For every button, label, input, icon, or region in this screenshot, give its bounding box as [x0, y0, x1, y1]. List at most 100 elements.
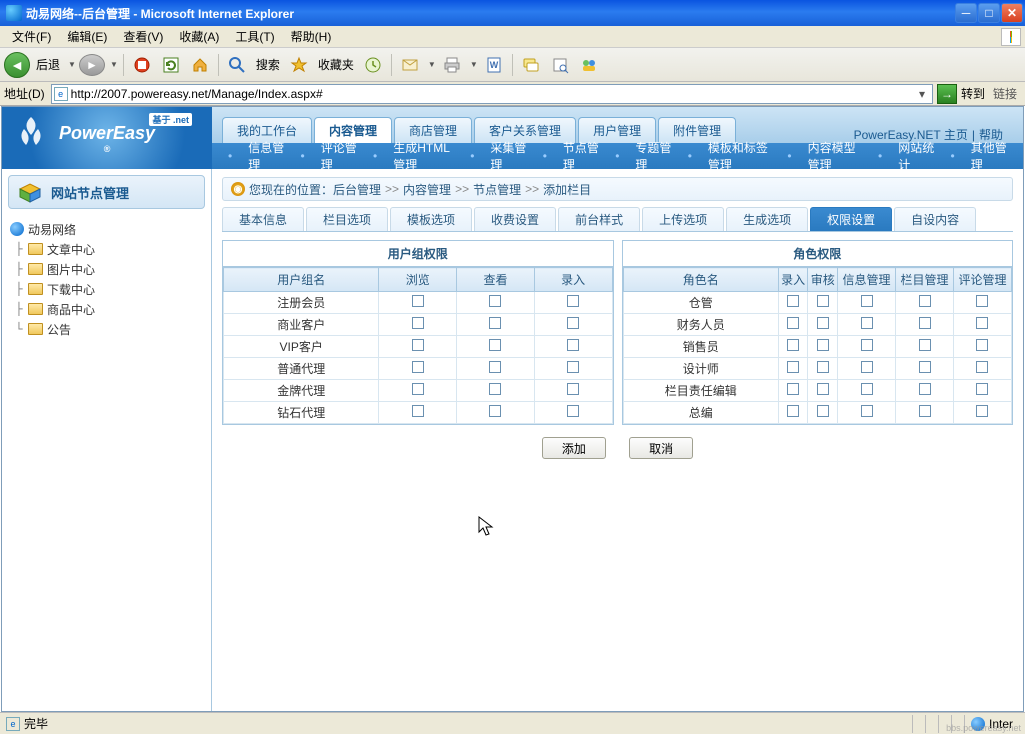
tree-node[interactable]: └公告 — [10, 319, 203, 339]
checkbox[interactable] — [567, 317, 579, 329]
checkbox[interactable] — [567, 383, 579, 395]
ftab-fee[interactable]: 收费设置 — [474, 207, 556, 231]
subnav-comment[interactable]: 评论管理 — [315, 139, 363, 173]
tree-node[interactable]: ├文章中心 — [10, 239, 203, 259]
menu-file[interactable]: 文件(F) — [4, 26, 59, 47]
forward-dropdown[interactable]: ▼ — [110, 60, 118, 69]
checkbox[interactable] — [412, 405, 424, 417]
checkbox[interactable] — [412, 295, 424, 307]
checkbox[interactable] — [919, 383, 931, 395]
tree-node[interactable]: ├图片中心 — [10, 259, 203, 279]
checkbox[interactable] — [817, 383, 829, 395]
back-button[interactable]: ◄ — [4, 52, 30, 78]
tree-node[interactable]: ├下载中心 — [10, 279, 203, 299]
checkbox[interactable] — [817, 361, 829, 373]
checkbox[interactable] — [861, 405, 873, 417]
checkbox[interactable] — [787, 383, 799, 395]
home-button[interactable] — [187, 52, 213, 78]
links-label[interactable]: 链接 — [989, 85, 1021, 102]
subnav-topic[interactable]: 专题管理 — [629, 139, 677, 173]
checkbox[interactable] — [976, 361, 988, 373]
maximize-button[interactable]: □ — [978, 3, 1000, 23]
stop-button[interactable] — [129, 52, 155, 78]
checkbox[interactable] — [489, 383, 501, 395]
tree-node[interactable]: ├商品中心 — [10, 299, 203, 319]
checkbox[interactable] — [489, 339, 501, 351]
checkbox[interactable] — [412, 317, 424, 329]
print-button[interactable] — [439, 52, 465, 78]
research-button[interactable] — [547, 52, 573, 78]
checkbox[interactable] — [861, 295, 873, 307]
go-button[interactable]: → — [937, 84, 957, 104]
search-label[interactable]: 搜索 — [253, 56, 283, 73]
menu-tools[interactable]: 工具(T) — [227, 26, 282, 47]
checkbox[interactable] — [861, 339, 873, 351]
go-label[interactable]: 转到 — [961, 85, 985, 102]
edit-button[interactable]: W — [481, 52, 507, 78]
discuss-button[interactable] — [518, 52, 544, 78]
checkbox[interactable] — [787, 317, 799, 329]
subnav-info[interactable]: 信息管理 — [242, 139, 290, 173]
favorites-button[interactable] — [286, 52, 312, 78]
subnav-other[interactable]: 其他管理 — [965, 139, 1013, 173]
back-label[interactable]: 后退 — [33, 56, 63, 73]
subnav-stats[interactable]: 网站统计 — [892, 139, 940, 173]
ftab-permission[interactable]: 权限设置 — [810, 207, 892, 231]
tree-root[interactable]: 动易网络 — [10, 219, 203, 239]
checkbox[interactable] — [567, 295, 579, 307]
cancel-button[interactable]: 取消 — [629, 437, 693, 459]
add-button[interactable]: 添加 — [542, 437, 606, 459]
checkbox[interactable] — [976, 339, 988, 351]
checkbox[interactable] — [489, 405, 501, 417]
minimize-button[interactable]: ─ — [955, 3, 977, 23]
checkbox[interactable] — [861, 317, 873, 329]
url-dropdown[interactable]: ▾ — [914, 87, 930, 101]
refresh-button[interactable] — [158, 52, 184, 78]
messenger-button[interactable] — [576, 52, 602, 78]
ftab-basic[interactable]: 基本信息 — [222, 207, 304, 231]
ftab-generate[interactable]: 生成选项 — [726, 207, 808, 231]
checkbox[interactable] — [489, 295, 501, 307]
checkbox[interactable] — [489, 361, 501, 373]
subnav-node[interactable]: 节点管理 — [557, 139, 605, 173]
checkbox[interactable] — [412, 361, 424, 373]
checkbox[interactable] — [787, 361, 799, 373]
checkbox[interactable] — [817, 339, 829, 351]
ftab-column[interactable]: 栏目选项 — [306, 207, 388, 231]
menu-help[interactable]: 帮助(H) — [283, 26, 340, 47]
checkbox[interactable] — [412, 383, 424, 395]
checkbox[interactable] — [787, 295, 799, 307]
checkbox[interactable] — [817, 317, 829, 329]
favorites-label[interactable]: 收藏夹 — [315, 56, 357, 73]
menu-edit[interactable]: 编辑(E) — [59, 26, 115, 47]
checkbox[interactable] — [567, 405, 579, 417]
subnav-collect[interactable]: 采集管理 — [484, 139, 532, 173]
checkbox[interactable] — [919, 317, 931, 329]
checkbox[interactable] — [787, 339, 799, 351]
subnav-model[interactable]: 内容模型管理 — [802, 139, 868, 173]
search-button[interactable] — [224, 52, 250, 78]
checkbox[interactable] — [567, 361, 579, 373]
mail-button[interactable] — [397, 52, 423, 78]
checkbox[interactable] — [861, 361, 873, 373]
checkbox[interactable] — [567, 339, 579, 351]
checkbox[interactable] — [976, 317, 988, 329]
checkbox[interactable] — [976, 405, 988, 417]
subnav-template[interactable]: 模板和标签管理 — [702, 139, 778, 173]
url-input[interactable]: e http://2007.powereasy.net/Manage/Index… — [51, 84, 933, 104]
checkbox[interactable] — [919, 339, 931, 351]
history-button[interactable] — [360, 52, 386, 78]
close-button[interactable]: ✕ — [1001, 3, 1023, 23]
subnav-html[interactable]: 生成HTML管理 — [387, 139, 460, 173]
checkbox[interactable] — [489, 317, 501, 329]
ftab-upload[interactable]: 上传选项 — [642, 207, 724, 231]
forward-button[interactable]: ► — [79, 54, 105, 76]
checkbox[interactable] — [976, 295, 988, 307]
checkbox[interactable] — [787, 405, 799, 417]
checkbox[interactable] — [919, 361, 931, 373]
menu-view[interactable]: 查看(V) — [115, 26, 171, 47]
ftab-custom[interactable]: 自设内容 — [894, 207, 976, 231]
checkbox[interactable] — [919, 295, 931, 307]
checkbox[interactable] — [919, 405, 931, 417]
checkbox[interactable] — [861, 383, 873, 395]
